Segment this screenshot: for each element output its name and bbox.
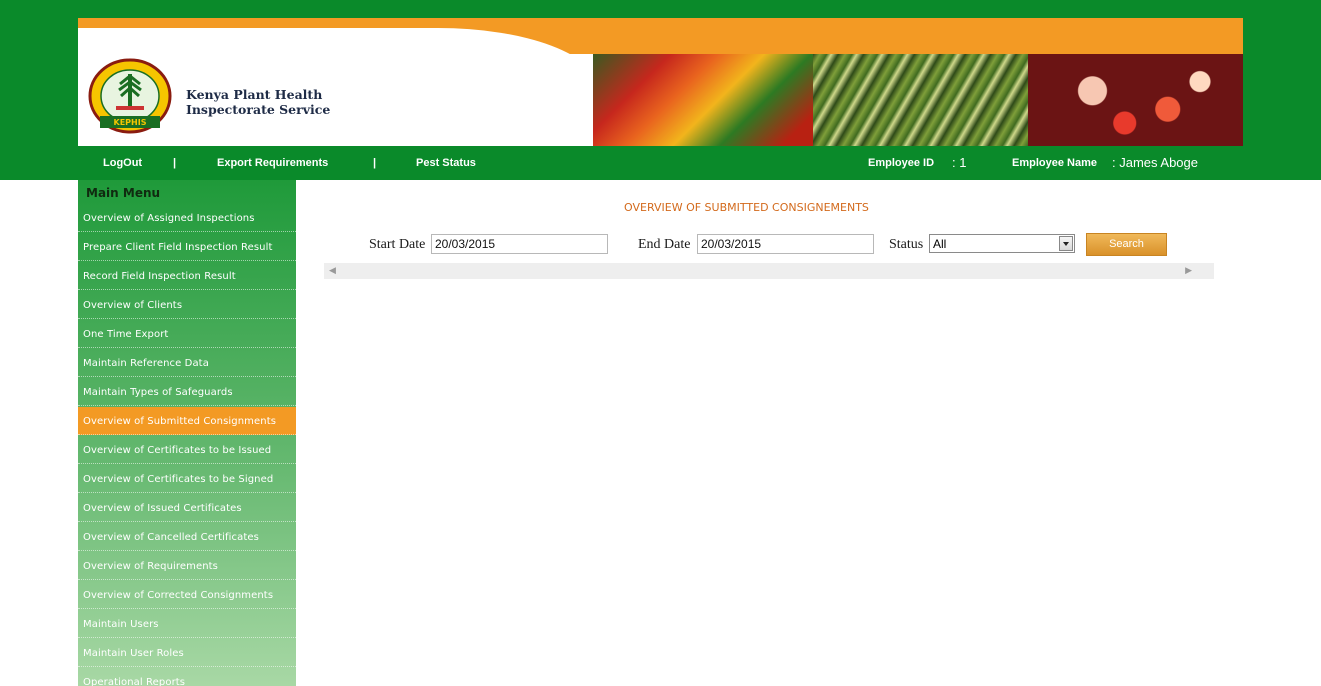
organization-name: Kenya Plant Health Inspectorate Service xyxy=(186,87,330,117)
nav-separator: | xyxy=(373,157,377,169)
org-name-line1: Kenya Plant Health xyxy=(186,87,323,102)
banner-photos xyxy=(593,54,1243,146)
vegetables-image xyxy=(593,54,813,146)
start-date-input[interactable]: 20/03/2015 xyxy=(431,234,608,254)
top-navigation: LogOut | Export Requirements | Pest Stat… xyxy=(0,150,1321,176)
sidebar-item-label: One Time Export xyxy=(83,329,169,340)
employee-name-label: Employee Name xyxy=(1012,157,1097,169)
header-band: KEPHIS Kenya Plant Health Inspectorate S… xyxy=(0,0,1321,180)
sidebar-item-submitted-consignments[interactable]: Overview of Submitted Consignments xyxy=(78,407,296,435)
sidebar-item-one-time-export[interactable]: One Time Export xyxy=(78,320,296,348)
sidebar-item-clients[interactable]: Overview of Clients xyxy=(78,291,296,319)
chevron-down-icon[interactable] xyxy=(1059,236,1073,251)
sidebar-item-corrected-consignments[interactable]: Overview of Corrected Consignments xyxy=(78,581,296,609)
flowers-image xyxy=(1028,54,1243,146)
sidebar-item-label: Overview of Issued Certificates xyxy=(83,503,242,514)
svg-text:KEPHIS: KEPHIS xyxy=(114,118,147,127)
horizontal-scrollbar[interactable]: ◀ ▶ xyxy=(324,263,1214,279)
org-name-line2: Inspectorate Service xyxy=(186,102,331,117)
sidebar-item-label: Overview of Requirements xyxy=(83,561,218,572)
start-date-label: Start Date xyxy=(369,237,426,252)
status-selected-value: All xyxy=(933,237,947,251)
sidebar-item-label: Maintain User Roles xyxy=(83,648,184,659)
sidebar-item-operational-reports[interactable]: Operational Reports xyxy=(78,668,296,686)
employee-id-label: Employee ID xyxy=(868,157,935,169)
sidebar-item-safeguards[interactable]: Maintain Types of Safeguards xyxy=(78,378,296,406)
status-select[interactable]: All xyxy=(929,234,1075,253)
sidebar-item-label: Overview of Assigned Inspections xyxy=(83,213,255,224)
sidebar-item-maintain-users[interactable]: Maintain Users xyxy=(78,610,296,638)
scroll-left-icon[interactable]: ◀ xyxy=(329,266,336,276)
kephis-logo-icon: KEPHIS xyxy=(88,58,172,134)
sidebar-item-label: Maintain Reference Data xyxy=(83,358,209,369)
sidebar-item-label: Operational Reports xyxy=(83,677,186,686)
search-button[interactable]: Search xyxy=(1086,233,1167,256)
sidebar-item-label: Overview of Certificates to be Issued xyxy=(83,445,272,456)
sidebar-item-certificates-to-issue[interactable]: Overview of Certificates to be Issued xyxy=(78,436,296,464)
sidebar-item-label: Overview of Corrected Consignments xyxy=(83,590,274,601)
pest-status-link[interactable]: Pest Status xyxy=(416,157,476,169)
sidebar-item-cancelled-certificates[interactable]: Overview of Cancelled Certificates xyxy=(78,523,296,551)
sidebar-item-label: Prepare Client Field Inspection Result xyxy=(83,242,273,253)
employee-id-value: : 1 xyxy=(952,155,967,170)
sidebar-item-label: Record Field Inspection Result xyxy=(83,271,236,282)
sidebar-item-record-field-inspection[interactable]: Record Field Inspection Result xyxy=(78,262,296,290)
sidebar-item-label: Maintain Users xyxy=(83,619,159,630)
sidebar-item-reference-data[interactable]: Maintain Reference Data xyxy=(78,349,296,377)
status-label: Status xyxy=(889,237,924,252)
export-requirements-link[interactable]: Export Requirements xyxy=(217,157,328,169)
sidebar-item-label: Maintain Types of Safeguards xyxy=(83,387,233,398)
end-date-label: End Date xyxy=(638,237,691,252)
sidebar-item-label: Overview of Clients xyxy=(83,300,183,311)
sidebar-item-label: Overview of Cancelled Certificates xyxy=(83,532,259,543)
sidebar-menu: Main Menu Overview of Assigned Inspectio… xyxy=(78,180,296,686)
sidebar-item-issued-certificates[interactable]: Overview of Issued Certificates xyxy=(78,494,296,522)
logout-link[interactable]: LogOut xyxy=(103,157,142,169)
menu-title: Main Menu xyxy=(86,186,161,200)
sidebar-item-certificates-to-sign[interactable]: Overview of Certificates to be Signed xyxy=(78,465,296,493)
sidebar-item-requirements[interactable]: Overview of Requirements xyxy=(78,552,296,580)
sidebar-item-label: Overview of Certificates to be Signed xyxy=(83,474,274,485)
sidebar-item-assigned-inspections[interactable]: Overview of Assigned Inspections xyxy=(78,204,296,232)
end-date-input[interactable]: 20/03/2015 xyxy=(697,234,874,254)
sidebar-item-label: Overview of Submitted Consignments xyxy=(83,416,277,427)
page-title: OVERVIEW OF SUBMITTED CONSIGNEMENTS xyxy=(624,201,869,214)
wheat-image xyxy=(813,54,1028,146)
scroll-right-icon[interactable]: ▶ xyxy=(1185,266,1192,276)
sidebar-item-user-roles[interactable]: Maintain User Roles xyxy=(78,639,296,667)
header-banner: KEPHIS Kenya Plant Health Inspectorate S… xyxy=(78,18,1243,146)
sidebar-item-prepare-field-inspection[interactable]: Prepare Client Field Inspection Result xyxy=(78,233,296,261)
employee-name-value: : James Aboge xyxy=(1112,155,1198,170)
nav-separator: | xyxy=(173,157,177,169)
